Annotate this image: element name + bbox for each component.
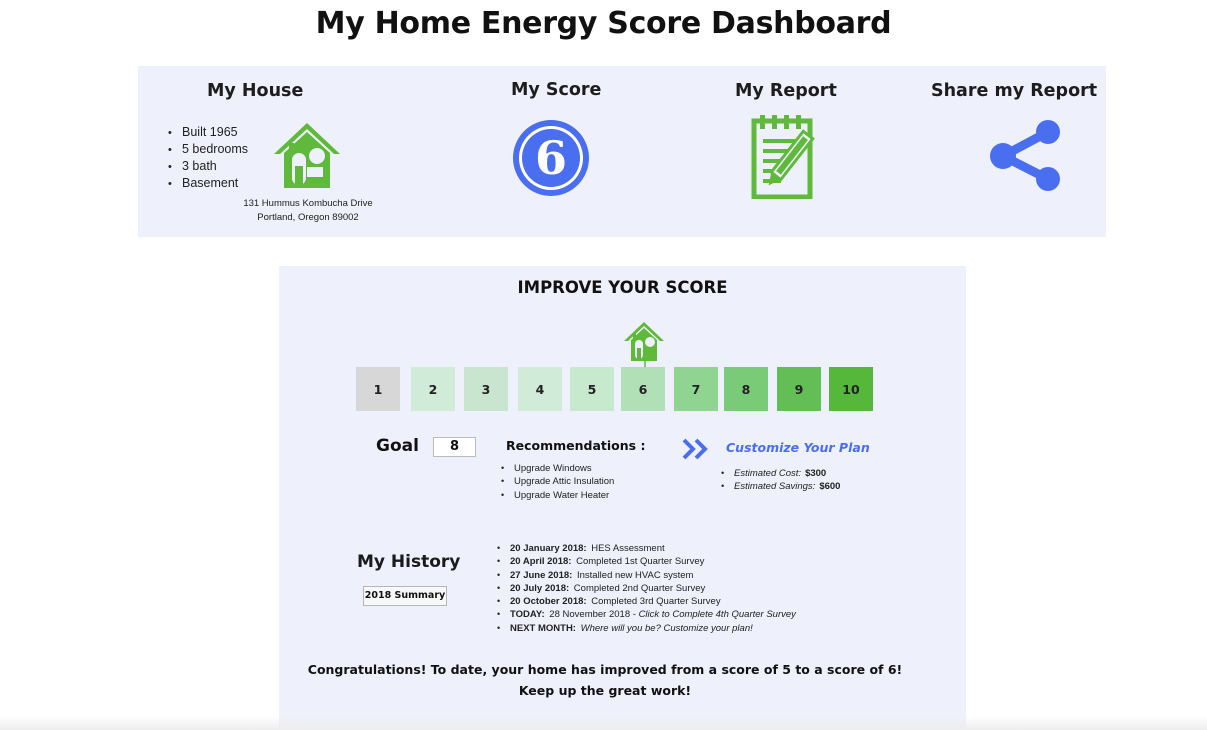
score-step[interactable]: 3 [464, 367, 508, 411]
my-report-heading: My Report [735, 81, 837, 101]
history-date: NEXT MONTH: [510, 622, 576, 634]
history-entry: 20 January 2018: HES Assessment [497, 542, 796, 555]
score-step[interactable]: 4 [518, 367, 562, 411]
score-step[interactable]: 1 [356, 367, 400, 411]
score-step[interactable]: 8 [724, 367, 768, 411]
my-history-heading: My History [357, 552, 461, 572]
estimated-cost: Estimated Cost:$300 [721, 467, 840, 480]
history-entry: 27 June 2018: Installed new HVAC system [497, 569, 796, 582]
goal-label: Goal [376, 436, 419, 456]
score-step[interactable]: 10 [829, 367, 873, 411]
estimates-list: Estimated Cost:$300 Estimated Savings:$6… [721, 467, 840, 494]
congrats-line-2: Keep up the great work! [518, 683, 692, 698]
estimated-savings: Estimated Savings:$600 [721, 480, 840, 493]
score-badge-icon[interactable]: 6 [511, 118, 591, 198]
recommendation-item[interactable]: Upgrade Windows [501, 462, 614, 475]
history-entry: 20 October 2018: Completed 3rd Quarter S… [497, 595, 796, 608]
share-report-heading: Share my Report [931, 81, 1098, 101]
estimated-savings-value: $600 [819, 481, 841, 493]
house-address: 131 Hummus Kombucha Drive Portland, Oreg… [234, 197, 382, 225]
score-step-current[interactable]: 6 [621, 367, 665, 411]
history-date: 27 June 2018: [510, 569, 573, 581]
history-date: 20 April 2018: [510, 556, 572, 568]
address-line-2: Portland, Oregon 89002 [257, 212, 359, 223]
history-entry-today[interactable]: TODAY: 28 November 2018 - Click to Compl… [497, 608, 796, 621]
history-date: 20 July 2018: [510, 582, 570, 594]
history-list: 20 January 2018: HES Assessment 20 April… [497, 542, 796, 635]
double-chevron-right-icon[interactable] [682, 438, 710, 460]
house-fact: 3 bath [168, 158, 248, 175]
my-score-heading: My Score [511, 80, 602, 100]
score-value: 6 [535, 131, 567, 185]
history-text: 28 November 2018 - [546, 609, 639, 621]
recommendations-title: Recommendations : [506, 438, 646, 453]
recommendation-item[interactable]: Upgrade Water Heater [501, 489, 614, 502]
history-text: Completed 1st Quarter Survey [573, 556, 705, 568]
summary-2018-button[interactable]: 2018 Summary [363, 586, 447, 606]
house-facts-list: Built 1965 5 bedrooms 3 bath Basement [166, 124, 248, 192]
survey-link[interactable]: Click to Complete 4th Quarter Survey [639, 609, 796, 620]
estimated-savings-label: Estimated Savings: [734, 481, 816, 493]
congrats-line-1: Congratulations! To date, your home has … [307, 662, 903, 677]
house-fact: 5 bedrooms [168, 141, 248, 158]
bottom-fade [0, 716, 1207, 730]
history-text: Completed 2nd Quarter Survey [571, 582, 706, 594]
score-step[interactable]: 9 [777, 367, 821, 411]
score-step[interactable]: 7 [674, 367, 718, 411]
house-fact: Built 1965 [168, 124, 248, 141]
history-date: TODAY: [510, 609, 545, 621]
address-line-1: 131 Hummus Kombucha Drive [243, 198, 373, 209]
history-entry: 20 April 2018: Completed 1st Quarter Sur… [497, 555, 796, 568]
customize-plan-prompt[interactable]: Where will you be? Customize your plan! [581, 623, 753, 634]
estimated-cost-label: Estimated Cost: [734, 468, 802, 479]
my-house-heading: My House [207, 81, 304, 101]
congratulations-message: Congratulations! To date, your home has … [279, 659, 931, 701]
history-entry: 20 July 2018: Completed 2nd Quarter Surv… [497, 582, 796, 595]
goal-input[interactable]: 8 [433, 437, 476, 457]
estimated-cost-value: $300 [805, 468, 827, 479]
improve-title: IMPROVE YOUR SCORE [517, 278, 728, 297]
history-text: Installed new HVAC system [574, 569, 694, 581]
recommendation-item[interactable]: Upgrade Attic Insulation [501, 475, 614, 488]
history-text: Completed 3rd Quarter Survey [588, 596, 721, 608]
history-date: 20 January 2018: [510, 543, 587, 554]
summary-panel: My House Built 1965 5 bedrooms 3 bath Ba… [138, 66, 1106, 237]
notepad-pencil-icon[interactable] [750, 113, 834, 199]
house-fact: Basement [168, 175, 248, 192]
score-step[interactable]: 2 [411, 367, 455, 411]
improve-score-panel: IMPROVE YOUR SCORE 1 2 3 4 5 6 7 8 9 10 … [279, 266, 966, 730]
score-step[interactable]: 5 [570, 367, 614, 411]
history-text: HES Assessment [588, 543, 665, 554]
house-icon [274, 123, 340, 188]
history-entry-next[interactable]: NEXT MONTH: Where will you be? Customize… [497, 622, 796, 635]
recommendations-list: Upgrade Windows Upgrade Attic Insulation… [501, 462, 614, 502]
page-title: My Home Energy Score Dashboard [315, 6, 892, 41]
history-date: 20 October 2018: [510, 596, 587, 608]
customize-plan-link[interactable]: Customize Your Plan [726, 440, 870, 455]
share-icon[interactable] [988, 119, 1064, 193]
